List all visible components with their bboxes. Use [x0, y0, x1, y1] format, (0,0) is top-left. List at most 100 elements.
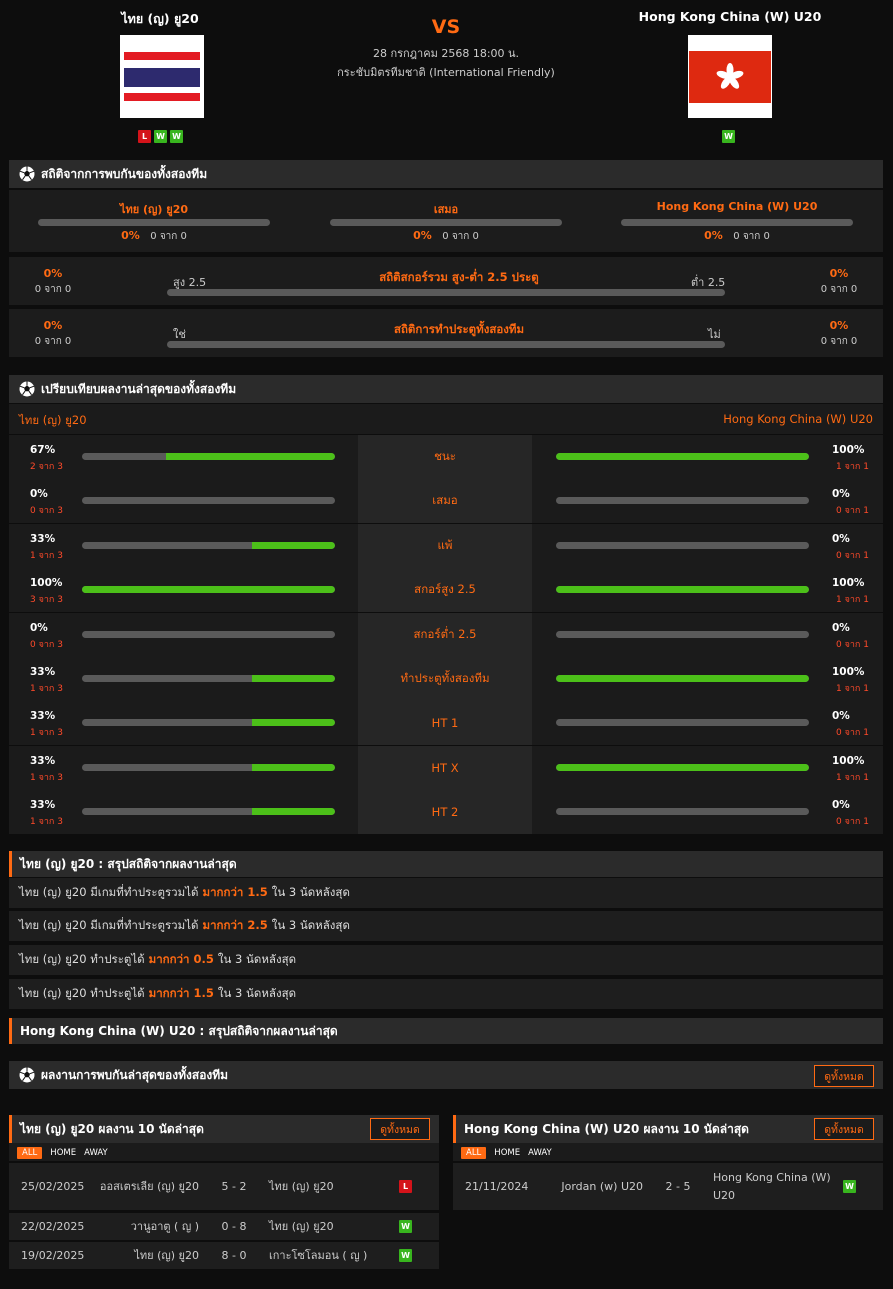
compare-away-pct: 0% [832, 621, 850, 634]
h2h-stats-header: สถิติจากการพบกันของทั้งสองทีม [9, 160, 883, 188]
compare-away-cnt: 0 จาก 1 [836, 506, 869, 517]
compare-away-cell: 0% 0 จาก 1 [532, 790, 883, 835]
home-filter-tabs: ALL HOME AWAY [9, 1143, 439, 1161]
compare-label: HT 2 [358, 790, 532, 835]
form-badge: W [154, 130, 167, 143]
h2h-result-panel: ไทย (ญ) ยู20 0% 0 จาก 0 เสมอ 0% 0 จาก 0 … [9, 190, 883, 252]
ou-title: สถิติสกอร์รวม สูง-ต่ำ 2.5 ประตู [379, 270, 539, 284]
ou-right-pct: 0% [829, 267, 849, 280]
compare-header: เปรียบเทียบผลงานล่าสุดของทั้งสองทีม [9, 375, 883, 403]
compare-home-bar [82, 630, 335, 638]
compare-home-cell: 33% 1 จาก 3 [9, 745, 358, 790]
section-title: ไทย (ญ) ยู20 : สรุปสถิติจากผลงานล่าสุด [20, 856, 237, 871]
ou-bar [167, 289, 725, 296]
compare-away-bar [556, 630, 809, 638]
btts-left-pct: 0% [43, 319, 63, 332]
compare-home-pct: 100% [30, 577, 63, 590]
compare-away-cnt: 1 จาก 1 [836, 684, 869, 694]
compare-home-bar [82, 453, 335, 460]
compare-away-cell: 100% 1 จาก 1 [532, 435, 883, 479]
summary-text: ไทย (ญ) ยู20 ทำประตูได้ [19, 952, 145, 966]
compare-label: สกอร์ต่ำ 2.5 [358, 612, 532, 657]
compare-label: ชนะ [358, 435, 532, 479]
summary-highlight: มากกว่า 0.5 [148, 952, 214, 966]
match-score: 0 - 8 [221, 1220, 247, 1233]
h2h-away-value: 0% 0 จาก 0 [621, 229, 853, 244]
compare-row: 0% 0 จาก 3 สกอร์ต่ำ 2.5 0% 0 จาก 1 [9, 612, 883, 657]
match-home-team: ไทย (ญ) ยู20 [134, 1248, 199, 1262]
h2h-draw-value: 0% 0 จาก 0 [330, 229, 562, 244]
compare-away-pct: 100% [832, 444, 865, 456]
summary-row: ไทย (ญ) ยู20 ทำประตูได้ มากกว่า 1.5 ใน 3 น… [9, 979, 883, 1009]
match-row[interactable]: 25/02/2025 ออสเตรเลีย (ญ) ยู20 5 - 2 ไทย (ญ… [9, 1163, 439, 1210]
h2h-away-label: Hong Kong China (W) U20 [656, 200, 818, 213]
tab-away[interactable]: AWAY [528, 1148, 552, 1158]
compare-home-cell: 100% 3 จาก 3 [9, 568, 358, 613]
form-badge: L [138, 130, 151, 143]
away-view-all-button[interactable]: ดูทั้งหมด [814, 1118, 874, 1140]
match-result-badge: W [843, 1180, 856, 1193]
compare-home-cell: 0% 0 จาก 3 [9, 612, 358, 657]
compare-row: 0% 0 จาก 3 เสมอ 0% 0 จาก 1 [9, 479, 883, 524]
compare-away-bar [556, 541, 809, 549]
compare-home-bar-fill [165, 453, 335, 460]
h2h-away-bar [621, 219, 853, 226]
compare-away-pct: 0% [832, 710, 850, 723]
tab-home[interactable]: HOME [50, 1148, 76, 1158]
h2h-home-value: 0% 0 จาก 0 [38, 229, 270, 244]
match-row[interactable]: 22/02/2025 วานูอาตู ( ญ ) 0 - 8 ไทย (ญ) ยู2… [9, 1213, 439, 1240]
match-date: 25/02/2025 [21, 1180, 85, 1193]
compare-away-bar-fill [556, 453, 809, 460]
compare-home-bar-fill [251, 541, 335, 549]
section-title: เปรียบเทียบผลงานล่าสุดของทั้งสองทีม [41, 381, 237, 396]
h2h-home-label: ไทย (ญ) ยู20 [119, 203, 189, 216]
away-team-name[interactable]: Hong Kong China (W) U20 [630, 9, 830, 24]
compare-away-pct: 0% [832, 799, 850, 812]
compare-home-cell: 33% 1 จาก 3 [9, 701, 358, 746]
compare-away-cnt: 0 จาก 1 [836, 728, 869, 739]
compare-home-cell: 33% 1 จาก 3 [9, 523, 358, 568]
compare-row: 33% 1 จาก 3 HT X 100% 1 จาก 1 [9, 745, 883, 790]
h2h-draw-cnt: 0 จาก 0 [442, 231, 479, 242]
compare-away-team: Hong Kong China (W) U20 [723, 412, 873, 426]
compare-home-bar [82, 497, 335, 505]
tab-all[interactable]: ALL [461, 1147, 487, 1159]
compare-home-pct: 67% [30, 444, 56, 456]
compare-away-bar-fill [556, 675, 809, 682]
summary-text: ใน 3 นัดหลังสุด [217, 986, 297, 1000]
form-badge: W [170, 130, 183, 143]
match-datetime: 28 กรกฎาคม 2568 18:00 น. [372, 47, 520, 60]
home-team-name[interactable]: ไทย (ญ) ยู20 [60, 9, 260, 29]
compare-away-bar-fill [556, 763, 809, 771]
compare-home-pct: 33% [30, 666, 56, 678]
tab-all[interactable]: ALL [17, 1147, 43, 1159]
compare-away-cnt: 1 จาก 1 [836, 595, 869, 606]
tab-away[interactable]: AWAY [84, 1148, 108, 1158]
h2h-home-bar [38, 219, 270, 226]
match-row[interactable]: 21/11/2024 Jordan (w) U20 2 - 5 Hong Kong C… [453, 1163, 883, 1210]
compare-row: 33% 1 จาก 3 HT 1 0% 0 จาก 1 [9, 701, 883, 746]
compare-row: 67% 2 จาก 3 ชนะ 100% 1 จาก 1 [9, 435, 883, 479]
tab-home[interactable]: HOME [494, 1148, 520, 1158]
summary-row: ไทย (ญ) ยู20 มีเกมที่ทำประตูรวมได้ มากกว่… [9, 911, 883, 941]
h2h-away-cnt: 0 จาก 0 [733, 231, 770, 242]
summary-home-header: ไทย (ญ) ยู20 : สรุปสถิติจากผลงานล่าสุด [9, 851, 883, 877]
compare-home-pct: 0% [30, 488, 48, 501]
compare-away-cell: 100% 1 จาก 1 [532, 657, 883, 701]
compare-home-cnt: 0 จาก 3 [30, 506, 63, 517]
h2h-view-all-button[interactable]: ดูทั้งหมด [814, 1065, 874, 1087]
btts-title: สถิติการทำประตูทั้งสองทีม [393, 322, 525, 336]
match-home-team: วานูอาตู ( ญ ) [130, 1219, 199, 1233]
compare-away-bar [556, 763, 809, 771]
section-title: ผลงานการพบกันล่าสุดของทั้งสองทีม [41, 1067, 229, 1082]
match-row[interactable]: 19/02/2025 ไทย (ญ) ยู20 8 - 0 เกาะโซโลมอน (… [9, 1242, 439, 1269]
section-title: ไทย (ญ) ยู20 ผลงาน 10 นัดล่าสุด [20, 1121, 204, 1136]
compare-away-pct: 0% [832, 488, 850, 501]
summary-text: ไทย (ญ) ยู20 มีเกมที่ทำประตูรวมได้ [19, 885, 199, 899]
compare-home-bar-fill [251, 675, 335, 682]
away-form: W [722, 130, 735, 143]
compare-away-bar [556, 808, 809, 816]
compare-away-pct: 100% [832, 754, 865, 767]
compare-away-cell: 0% 0 จาก 1 [532, 612, 883, 657]
home-view-all-button[interactable]: ดูทั้งหมด [370, 1118, 430, 1140]
